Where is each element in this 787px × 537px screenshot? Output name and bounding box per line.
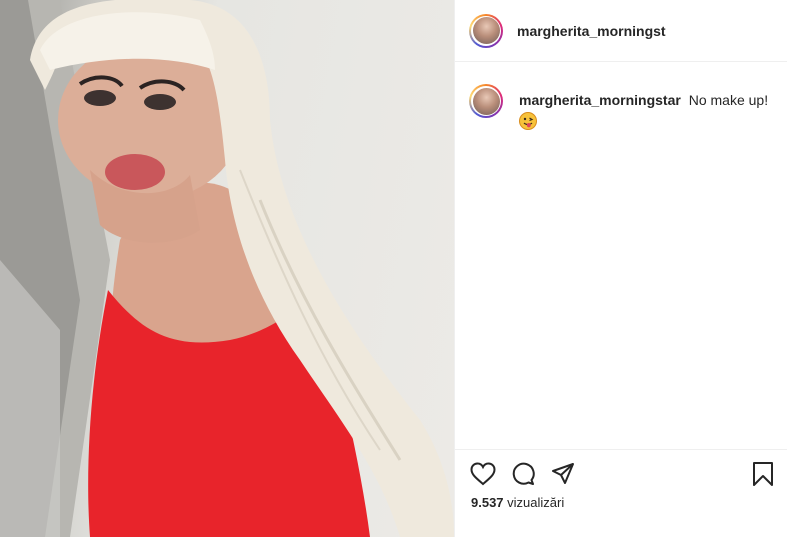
post-video[interactable] [0, 0, 454, 537]
avatar[interactable] [469, 13, 503, 48]
comment-button[interactable] [509, 460, 537, 488]
post-actions: 9.537 vizualizări [455, 449, 787, 510]
avatar-border [471, 86, 501, 116]
bookmark-icon [753, 462, 773, 486]
avatar-image [472, 17, 500, 44]
caption-text: margherita_morningstar No make up! [519, 84, 768, 135]
caption-body: No make up! [688, 92, 769, 108]
share-button[interactable] [549, 460, 577, 488]
right-eye [144, 94, 176, 110]
video-frame [0, 0, 454, 537]
header-username[interactable]: margherita_morningst [517, 23, 666, 39]
avatar-border [471, 15, 501, 46]
share-icon [552, 463, 574, 484]
heart-icon [470, 462, 496, 486]
post-details-panel: margherita_morningst margherita_mornings… [454, 0, 787, 537]
instagram-post: margherita_morningst margherita_mornings… [0, 0, 787, 537]
lips [105, 154, 165, 190]
save-button[interactable] [749, 460, 777, 488]
like-button[interactable] [469, 460, 497, 488]
caption-username[interactable]: margherita_morningstar [519, 92, 681, 108]
post-header: margherita_morningst [455, 0, 787, 62]
comment-icon [512, 462, 535, 485]
action-bar [455, 450, 787, 498]
caption: margherita_morningstar No make up! [455, 62, 787, 135]
left-eye [84, 90, 116, 106]
tongue-emoji-icon [519, 112, 537, 130]
avatar-image [472, 87, 500, 115]
caption-avatar[interactable] [469, 84, 503, 118]
